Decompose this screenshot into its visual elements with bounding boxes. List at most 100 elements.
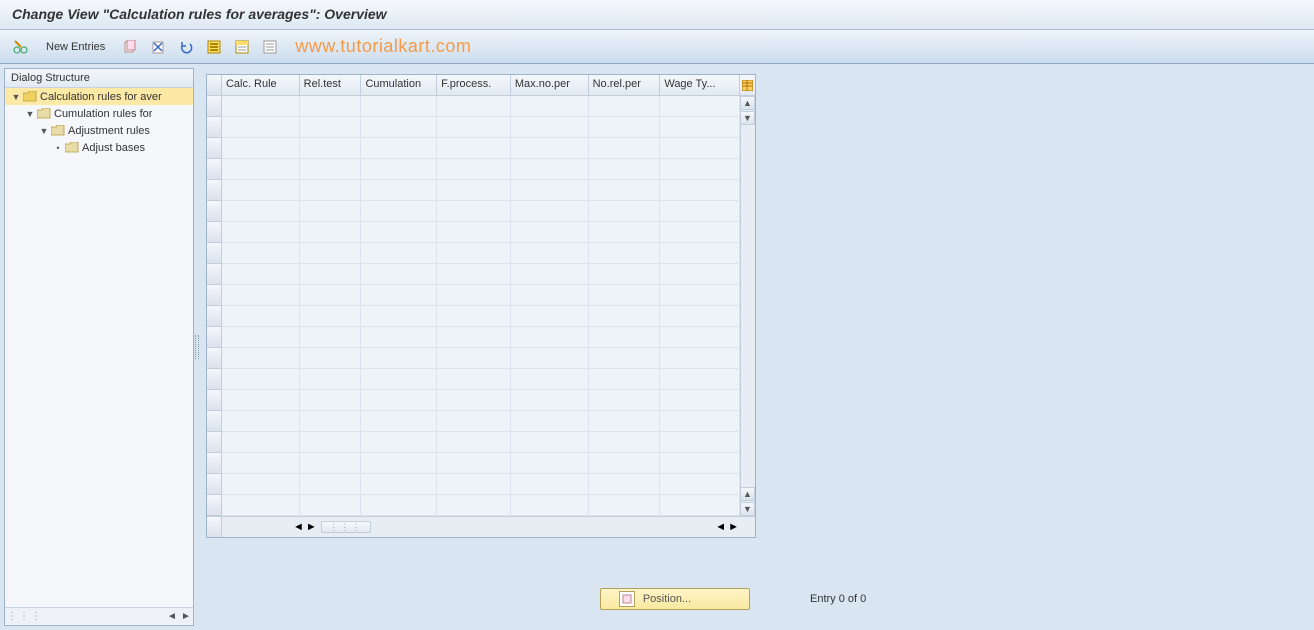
grid-cell[interactable] xyxy=(437,306,511,327)
grid-cell[interactable] xyxy=(222,306,300,327)
grid-cell[interactable] xyxy=(300,390,362,411)
grid-cell[interactable] xyxy=(222,180,300,201)
grid-cell[interactable] xyxy=(222,243,300,264)
grid-cell[interactable] xyxy=(300,96,362,117)
grid-cell[interactable] xyxy=(660,159,740,180)
grid-cell[interactable] xyxy=(589,348,661,369)
column-header-2[interactable]: Cumulation xyxy=(361,75,437,96)
grid-cell[interactable] xyxy=(222,201,300,222)
grid-cell[interactable] xyxy=(437,474,511,495)
grid-cell[interactable] xyxy=(660,369,740,390)
grid-cell[interactable] xyxy=(437,327,511,348)
grid-cell[interactable] xyxy=(361,243,437,264)
tree-item-3[interactable]: •Adjust bases xyxy=(5,139,193,156)
scroll-grip[interactable]: ⋮⋮⋮ xyxy=(321,521,371,533)
grid-cell[interactable] xyxy=(660,222,740,243)
tree-item-0[interactable]: ▼Calculation rules for aver xyxy=(5,88,193,105)
row-header[interactable] xyxy=(207,390,222,411)
grid-cell[interactable] xyxy=(361,453,437,474)
scroll-left-icon[interactable]: ◄ xyxy=(715,521,726,533)
row-header[interactable] xyxy=(207,222,222,243)
copy-button[interactable] xyxy=(119,36,141,58)
tree-scroll-right-icon[interactable]: ► xyxy=(179,611,193,622)
select-block-button[interactable] xyxy=(231,36,253,58)
row-header[interactable] xyxy=(207,348,222,369)
select-all-button[interactable] xyxy=(203,36,225,58)
grid-cell[interactable] xyxy=(660,180,740,201)
grid-cell[interactable] xyxy=(660,201,740,222)
grid-cell[interactable] xyxy=(660,474,740,495)
grid-cell[interactable] xyxy=(361,369,437,390)
tree-item-1[interactable]: ▼Cumulation rules for xyxy=(5,105,193,122)
grid-cell[interactable] xyxy=(511,306,589,327)
grid-cell[interactable] xyxy=(660,96,740,117)
position-button[interactable]: Position... xyxy=(600,588,750,610)
row-header[interactable] xyxy=(207,495,222,516)
scroll-left-icon[interactable]: ◄ xyxy=(293,521,304,533)
grid-cell[interactable] xyxy=(437,495,511,516)
grid-cell[interactable] xyxy=(511,432,589,453)
row-header[interactable] xyxy=(207,159,222,180)
grid-cell[interactable] xyxy=(589,327,661,348)
grid-cell[interactable] xyxy=(361,390,437,411)
grid-cell[interactable] xyxy=(361,495,437,516)
grid-cell[interactable] xyxy=(361,264,437,285)
grid-cell[interactable] xyxy=(222,474,300,495)
grid-cell[interactable] xyxy=(222,390,300,411)
grid-cell[interactable] xyxy=(300,348,362,369)
grid-cell[interactable] xyxy=(589,474,661,495)
grid-cell[interactable] xyxy=(300,264,362,285)
grid-cell[interactable] xyxy=(660,327,740,348)
scroll-right-icon[interactable]: ► xyxy=(728,521,739,533)
grid-cell[interactable] xyxy=(300,306,362,327)
row-header[interactable] xyxy=(207,474,222,495)
tree-toggle-icon[interactable]: ▼ xyxy=(39,126,49,136)
grid-cell[interactable] xyxy=(300,369,362,390)
grid-cell[interactable] xyxy=(437,432,511,453)
horizontal-scrollbar[interactable]: ◄►⋮⋮⋮◄► xyxy=(222,517,755,537)
grid-cell[interactable] xyxy=(361,306,437,327)
tree-toggle-icon[interactable]: ▼ xyxy=(11,92,21,102)
grid-cell[interactable] xyxy=(361,411,437,432)
grid-cell[interactable] xyxy=(511,117,589,138)
grid-cell[interactable] xyxy=(589,180,661,201)
row-header[interactable] xyxy=(207,96,222,117)
grid-cell[interactable] xyxy=(589,411,661,432)
column-header-5[interactable]: No.rel.per xyxy=(589,75,661,96)
row-header[interactable] xyxy=(207,411,222,432)
grid-cell[interactable] xyxy=(589,243,661,264)
row-header[interactable] xyxy=(207,432,222,453)
row-header[interactable] xyxy=(207,369,222,390)
grid-cell[interactable] xyxy=(361,474,437,495)
grid-cell[interactable] xyxy=(511,495,589,516)
column-header-4[interactable]: Max.no.per xyxy=(511,75,589,96)
grid-cell[interactable] xyxy=(222,495,300,516)
grid-cell[interactable] xyxy=(300,243,362,264)
toggle-edit-button[interactable] xyxy=(10,36,32,58)
grid-cell[interactable] xyxy=(511,159,589,180)
grid-cell[interactable] xyxy=(660,453,740,474)
grid-config-button[interactable] xyxy=(740,75,755,96)
column-header-1[interactable]: Rel.test xyxy=(300,75,362,96)
grid-cell[interactable] xyxy=(437,222,511,243)
tree-grip[interactable]: ⋮⋮⋮ xyxy=(5,611,45,622)
grid-cell[interactable] xyxy=(660,390,740,411)
grid-cell[interactable] xyxy=(437,180,511,201)
grid-cell[interactable] xyxy=(222,222,300,243)
grid-cell[interactable] xyxy=(222,264,300,285)
grid-cell[interactable] xyxy=(300,180,362,201)
grid-cell[interactable] xyxy=(361,117,437,138)
grid-cell[interactable] xyxy=(361,222,437,243)
grid-cell[interactable] xyxy=(660,264,740,285)
row-header[interactable] xyxy=(207,138,222,159)
grid-cell[interactable] xyxy=(222,348,300,369)
grid-cell[interactable] xyxy=(511,453,589,474)
row-header[interactable] xyxy=(207,201,222,222)
grid-cell[interactable] xyxy=(511,411,589,432)
scroll-down-icon[interactable]: ▼ xyxy=(740,111,755,125)
scroll-right-icon[interactable]: ► xyxy=(306,521,317,533)
grid-cell[interactable] xyxy=(222,138,300,159)
column-header-3[interactable]: F.process. xyxy=(437,75,511,96)
grid-cell[interactable] xyxy=(511,222,589,243)
tree-scroll-left-icon[interactable]: ◄ xyxy=(165,611,179,622)
